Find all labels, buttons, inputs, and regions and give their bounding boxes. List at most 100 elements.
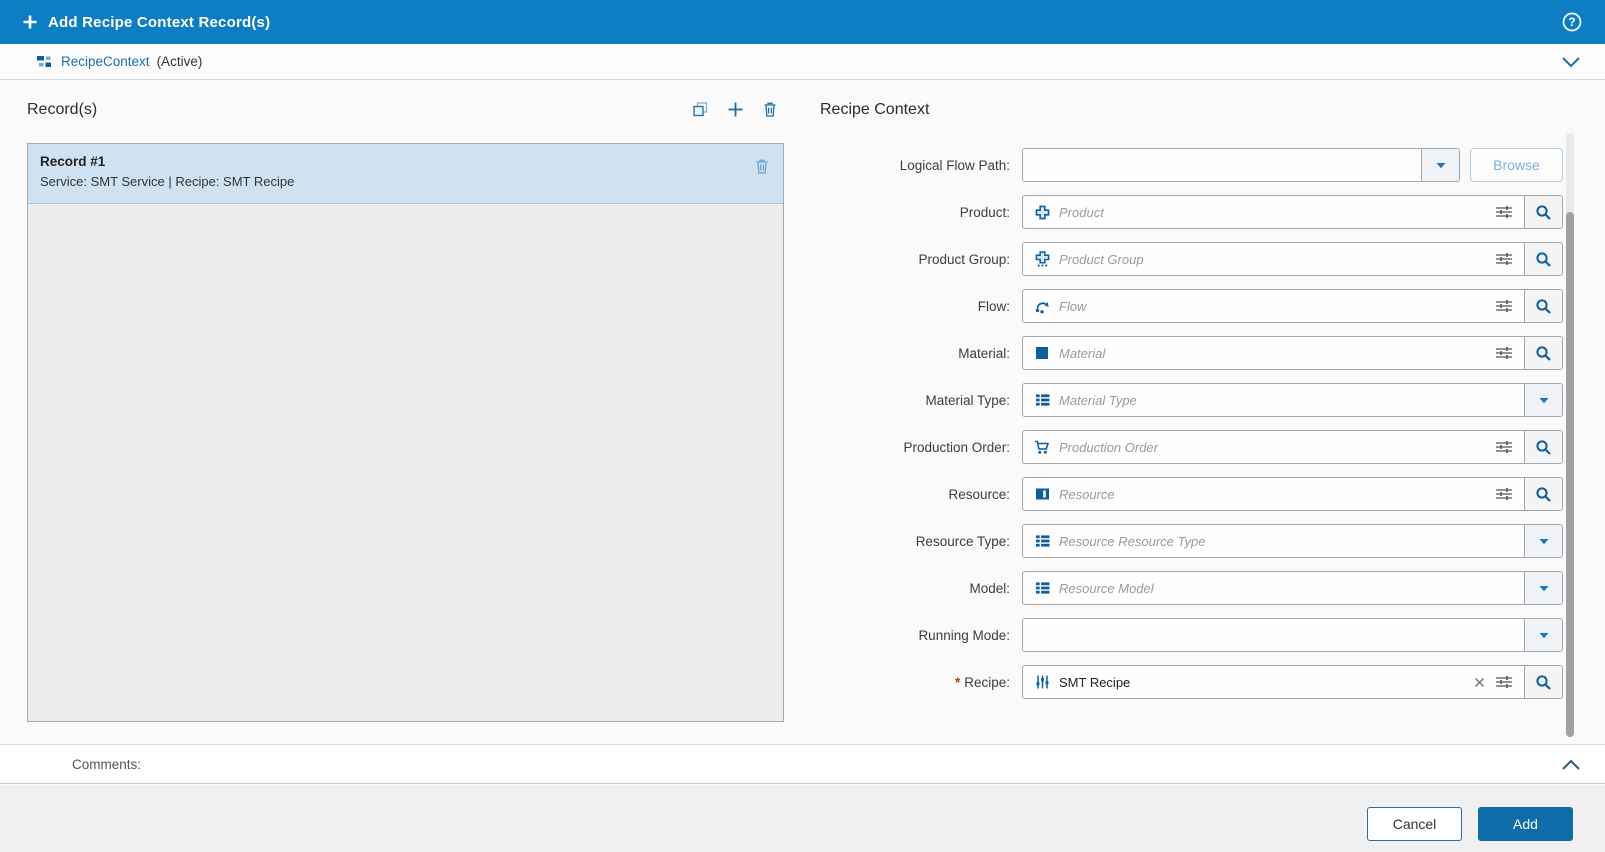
copy-icon <box>692 101 709 118</box>
logical-flow-path-dropdown-button[interactable] <box>1421 149 1459 181</box>
filter-icon[interactable] <box>1495 204 1513 220</box>
dropdown-arrow-icon <box>1436 162 1446 169</box>
model-input[interactable] <box>1059 581 1513 596</box>
chevron-down-icon[interactable] <box>1561 56 1581 68</box>
form-scrollbar-thumb[interactable] <box>1566 212 1574 737</box>
comments-bar[interactable]: Comments: <box>0 744 1605 784</box>
dropdown-arrow-icon <box>1539 538 1549 545</box>
filter-icon[interactable] <box>1495 345 1513 361</box>
production-order-input[interactable] <box>1059 440 1486 455</box>
entity-status: (Active) <box>157 54 203 69</box>
field-label: Running Mode: <box>820 628 1010 643</box>
running-mode-dropdown-button[interactable] <box>1524 619 1562 651</box>
svg-text:?: ? <box>1568 17 1575 29</box>
form-row-material-type: Material Type: <box>820 383 1563 417</box>
cancel-button[interactable]: Cancel <box>1367 807 1462 841</box>
recipe-search-button[interactable] <box>1524 666 1562 698</box>
flow-field <box>1022 289 1563 323</box>
form-row-material: Material: <box>820 336 1563 370</box>
browse-button[interactable]: Browse <box>1470 148 1563 182</box>
delete-records-button[interactable] <box>760 99 780 119</box>
form-row-production-order: Production Order: <box>820 430 1563 464</box>
chevron-up-icon[interactable] <box>1561 758 1581 771</box>
trash-icon <box>762 101 778 118</box>
search-icon <box>1535 298 1552 315</box>
add-record-button[interactable] <box>725 99 745 119</box>
field-label: *Recipe: <box>820 675 1010 690</box>
flow-search-button[interactable] <box>1524 290 1562 322</box>
cart-icon <box>1034 439 1050 455</box>
form-row-recipe: *Recipe: <box>820 665 1563 699</box>
resource-search-button[interactable] <box>1524 478 1562 510</box>
comments-label: Comments: <box>72 757 141 772</box>
logical-flow-path-input[interactable] <box>1034 158 1410 173</box>
field-label: Material Type: <box>820 393 1010 408</box>
resource-type-dropdown-button[interactable] <box>1524 525 1562 557</box>
material-type-dropdown-button[interactable] <box>1524 384 1562 416</box>
product-group-field <box>1022 242 1563 276</box>
recipe-input[interactable] <box>1059 675 1463 690</box>
form-row-product: Product: <box>820 195 1563 229</box>
material-search-button[interactable] <box>1524 337 1562 369</box>
product-field <box>1022 195 1563 229</box>
material-input[interactable] <box>1059 346 1486 361</box>
flow-input[interactable] <box>1059 299 1486 314</box>
product-input[interactable] <box>1059 205 1486 220</box>
list-type-icon <box>1034 580 1050 596</box>
resource-input[interactable] <box>1059 487 1486 502</box>
form-row-model: Model: <box>820 571 1563 605</box>
entity-name[interactable]: RecipeContext <box>61 54 150 69</box>
product-group-search-button[interactable] <box>1524 243 1562 275</box>
delete-record-button[interactable] <box>754 158 770 175</box>
logical-flow-path-field <box>1022 148 1460 182</box>
production-order-field <box>1022 430 1563 464</box>
recipe-icon <box>1034 674 1050 690</box>
form-scrollbar-track[interactable] <box>1566 133 1574 737</box>
filter-icon[interactable] <box>1495 251 1513 267</box>
dropdown-arrow-icon <box>1539 632 1549 639</box>
trash-icon <box>754 158 770 175</box>
copy-record-button[interactable] <box>690 99 710 119</box>
product-search-button[interactable] <box>1524 196 1562 228</box>
add-button[interactable]: Add <box>1478 807 1573 841</box>
dialog-header: Add Recipe Context Record(s) ? <box>0 0 1605 44</box>
help-icon[interactable]: ? <box>1561 11 1583 33</box>
material-type-input[interactable] <box>1059 393 1513 408</box>
search-icon <box>1535 439 1552 456</box>
form-row-logical-flow-path: Logical Flow Path: Browse <box>820 148 1563 182</box>
product-group-icon <box>1034 251 1050 267</box>
filter-icon[interactable] <box>1495 439 1513 455</box>
product-group-input[interactable] <box>1059 252 1486 267</box>
filter-icon[interactable] <box>1495 298 1513 314</box>
search-icon <box>1535 345 1552 362</box>
material-type-field <box>1022 383 1563 417</box>
clear-x-icon[interactable] <box>1472 677 1486 688</box>
field-label: Model: <box>820 581 1010 596</box>
resource-type-field <box>1022 524 1563 558</box>
dropdown-arrow-icon <box>1539 397 1549 404</box>
record-list-item[interactable]: Record #1 Service: SMT Service | Recipe:… <box>28 144 783 204</box>
field-label: Product: <box>820 205 1010 220</box>
production-order-search-button[interactable] <box>1524 431 1562 463</box>
running-mode-field <box>1022 618 1563 652</box>
dialog-footer: Cancel Add <box>0 785 1605 852</box>
material-field <box>1022 336 1563 370</box>
search-icon <box>1535 674 1552 691</box>
resource-field <box>1022 477 1563 511</box>
model-dropdown-button[interactable] <box>1524 572 1562 604</box>
running-mode-input[interactable] <box>1034 628 1513 643</box>
entity-icon <box>36 54 53 69</box>
field-label: Resource: <box>820 487 1010 502</box>
filter-icon[interactable] <box>1495 486 1513 502</box>
list-type-icon <box>1034 392 1050 408</box>
resource-icon <box>1034 486 1050 502</box>
record-subtitle: Service: SMT Service | Recipe: SMT Recip… <box>40 174 771 189</box>
form-row-resource: Resource: <box>820 477 1563 511</box>
records-actions <box>690 99 780 119</box>
search-icon <box>1535 204 1552 221</box>
filter-icon[interactable] <box>1495 674 1513 690</box>
model-field <box>1022 571 1563 605</box>
resource-type-input[interactable] <box>1059 534 1513 549</box>
recipe-context-form: Logical Flow Path: Browse Product: <box>820 148 1563 712</box>
entity-bar: RecipeContext (Active) <box>0 44 1605 80</box>
